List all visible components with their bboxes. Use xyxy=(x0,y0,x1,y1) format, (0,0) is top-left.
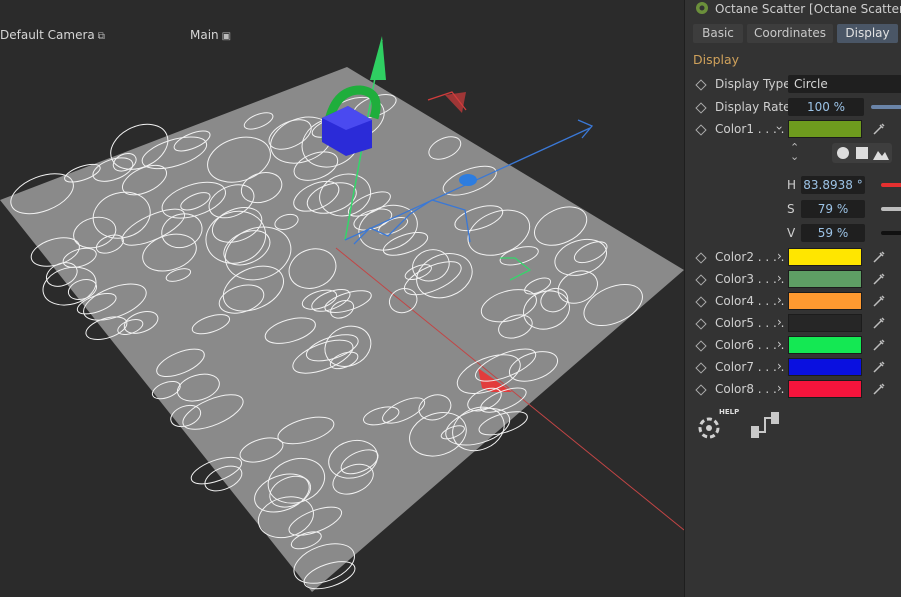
chevron-right-icon[interactable]: › xyxy=(777,249,782,263)
tab-basic[interactable]: Basic xyxy=(693,24,743,43)
display-rate-row: Display Rate 100 % xyxy=(685,98,901,118)
value-slider[interactable] xyxy=(881,231,901,235)
chevron-right-icon[interactable]: › xyxy=(777,271,782,285)
viewport-scene xyxy=(0,36,684,592)
value-input[interactable]: 59 % xyxy=(801,224,865,242)
chevron-right-icon[interactable]: › xyxy=(777,359,782,373)
saturation-slider[interactable] xyxy=(881,207,901,211)
color-mode-buttons xyxy=(832,143,892,163)
keyframe-diamond-icon[interactable] xyxy=(695,79,707,91)
keyframe-diamond-icon[interactable] xyxy=(695,274,707,286)
chevron-right-icon[interactable]: › xyxy=(777,381,782,395)
color2-row: Color2 . . . . › xyxy=(685,248,901,268)
color-spectrum-mode-icon[interactable] xyxy=(873,146,889,160)
color-square-mode-icon[interactable] xyxy=(856,147,868,159)
color8-row: Color8 . . . . › xyxy=(685,380,901,400)
color-label: Color5 . . . . xyxy=(715,316,785,330)
tab-coordinates[interactable]: Coordinates xyxy=(747,24,833,43)
y-axis-arrow xyxy=(370,36,386,80)
color7-row: Color7 . . . . › xyxy=(685,358,901,378)
keyframe-diamond-icon[interactable] xyxy=(695,362,707,374)
color3-row: Color3 . . . . › xyxy=(685,270,901,290)
chevron-right-icon[interactable]: › xyxy=(777,293,782,307)
keyframe-diamond-icon[interactable] xyxy=(695,124,707,136)
color-label: Color7 . . . . xyxy=(715,360,785,374)
color-swatch[interactable] xyxy=(788,336,862,354)
keyframe-diamond-icon[interactable] xyxy=(695,384,707,396)
color4-row: Color4 . . . . › xyxy=(685,292,901,312)
color-label: Color4 . . . . xyxy=(715,294,785,308)
z-axis-arrow xyxy=(577,119,594,139)
keyframe-diamond-icon[interactable] xyxy=(695,102,707,114)
view-label[interactable]: Main ▣ xyxy=(190,28,231,42)
tab-bar: Basic Coordinates Display xyxy=(693,24,901,43)
color-label: Color8 . . . . xyxy=(715,382,785,396)
color-swatch[interactable] xyxy=(788,270,862,288)
eyedropper-icon[interactable] xyxy=(871,315,887,331)
value-row: V 59 % xyxy=(685,224,901,244)
color-swatch[interactable] xyxy=(788,248,862,266)
color-label: Color2 . . . . xyxy=(715,250,785,264)
saturation-label: S xyxy=(787,202,795,216)
attribute-panel: Octane Scatter [Octane Scatter] Basic Co… xyxy=(684,0,901,597)
collapse-toggle-icon[interactable]: ⌃ ⌄ xyxy=(790,142,799,162)
color5-row: Color5 . . . . › xyxy=(685,314,901,334)
color-swatch[interactable] xyxy=(788,358,862,376)
panel-title: Octane Scatter [Octane Scatter] xyxy=(693,0,901,18)
hue-row: H 83.8938 ° xyxy=(685,176,901,196)
color-swatch[interactable] xyxy=(788,292,862,310)
eyedropper-icon[interactable] xyxy=(871,271,887,287)
saturation-row: S 79 % xyxy=(685,200,901,220)
display-rate-slider[interactable] xyxy=(871,105,901,109)
chevron-down-icon[interactable]: › xyxy=(772,126,786,131)
node-editor-icon[interactable] xyxy=(749,410,783,440)
color-wheel-mode-icon[interactable] xyxy=(837,147,849,159)
hue-label: H xyxy=(787,178,797,192)
eyedropper-icon[interactable] xyxy=(871,293,887,309)
section-title: Display xyxy=(693,52,740,67)
eyedropper-icon[interactable] xyxy=(871,121,887,137)
color6-row: Color6 . . . . › xyxy=(685,336,901,356)
saturation-input[interactable]: 79 % xyxy=(801,200,865,218)
display-rate-input[interactable]: 100 % xyxy=(788,98,864,116)
color-swatch[interactable] xyxy=(788,314,862,332)
color1-row: Color1 . . . . › xyxy=(685,120,901,140)
keyframe-diamond-icon[interactable] xyxy=(695,252,707,264)
eyedropper-icon[interactable] xyxy=(871,381,887,397)
chevron-right-icon[interactable]: › xyxy=(777,315,782,329)
view-label-text: Main xyxy=(190,28,219,42)
panel-title-text: Octane Scatter [Octane Scatter] xyxy=(715,2,901,16)
display-type-row: Display Type Circle xyxy=(685,75,901,95)
x-plane-handle xyxy=(445,92,466,113)
keyframe-diamond-icon[interactable] xyxy=(695,340,707,352)
z-axis-handle xyxy=(459,174,477,186)
hue-input[interactable]: 83.8938 ° xyxy=(801,176,865,194)
camera-label[interactable]: Default Camera ⧉ xyxy=(0,28,105,42)
tab-display[interactable]: Display xyxy=(837,24,898,43)
display-type-dropdown[interactable]: Circle xyxy=(788,75,901,93)
camera-icon: ⧉ xyxy=(97,31,105,42)
keyframe-diamond-icon[interactable] xyxy=(695,318,707,330)
value-label: V xyxy=(787,226,796,240)
hue-slider[interactable] xyxy=(881,183,901,187)
eyedropper-icon[interactable] xyxy=(871,359,887,375)
display-type-label: Display Type xyxy=(715,77,791,91)
color-label: Color6 . . . . xyxy=(715,338,785,352)
color-swatch[interactable] xyxy=(788,380,862,398)
octane-logo-icon xyxy=(693,0,711,19)
clapper-icon: ▣ xyxy=(221,31,232,42)
eyedropper-icon[interactable] xyxy=(871,249,887,265)
color-label: Color3 . . . . xyxy=(715,272,785,286)
keyframe-diamond-icon[interactable] xyxy=(695,296,707,308)
chevron-right-icon[interactable]: › xyxy=(777,337,782,351)
eyedropper-icon[interactable] xyxy=(871,337,887,353)
color1-swatch[interactable] xyxy=(788,120,862,138)
camera-label-text: Default Camera xyxy=(0,28,95,42)
help-label: HELP xyxy=(719,408,740,416)
3d-viewport[interactable]: Default Camera ⧉ Main ▣ xyxy=(0,0,684,597)
display-rate-label: Display Rate xyxy=(715,100,791,114)
